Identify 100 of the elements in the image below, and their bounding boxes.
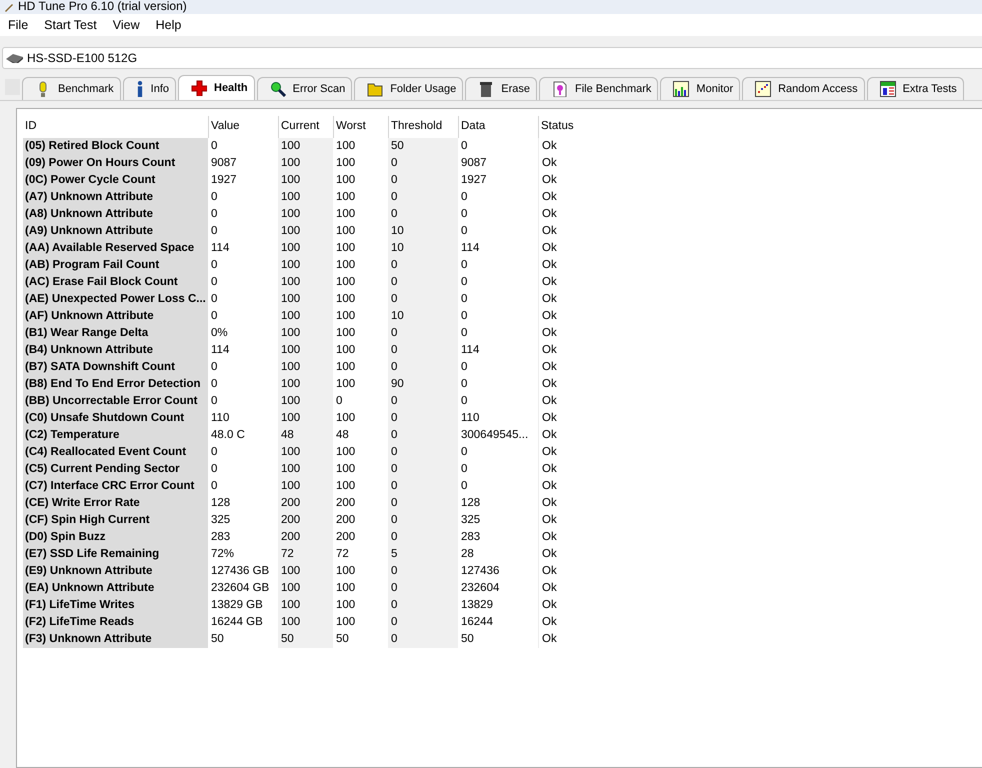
table-cell: Ok (538, 563, 603, 580)
table-cell: Ok (538, 478, 603, 495)
table-cell-text: 100 (335, 190, 356, 205)
menu-item[interactable]: View (104, 18, 148, 32)
table-cell-text: 100 (335, 598, 356, 613)
table-cell: 100 (278, 563, 333, 580)
table-cell-text: 72 (335, 547, 350, 562)
table-cell-text: 1927 (210, 173, 238, 188)
table-cell: 0 (388, 461, 458, 478)
tab[interactable]: Extra Tests (866, 77, 964, 100)
menu-item[interactable]: File (0, 18, 36, 32)
table-cell: 100 (278, 240, 333, 257)
table-cell-text: 0 (460, 292, 468, 307)
table-cell: 0 (388, 155, 458, 172)
table-cell: 0 (388, 444, 458, 461)
table-cell-text: 100 (335, 156, 356, 171)
table-cell: 100 (278, 614, 333, 631)
table-cell: 100 (278, 359, 333, 376)
menu-item[interactable]: Start Test (36, 18, 105, 32)
table-cell: 0 (388, 410, 458, 427)
table-cell-text: 0 (210, 139, 218, 154)
tab[interactable]: Monitor (660, 77, 740, 100)
table-cell-text: 0 (460, 190, 468, 205)
table-cell-text: 0 (210, 479, 218, 494)
menu-item[interactable]: Help (148, 18, 190, 32)
tab[interactable]: Folder Usage (354, 77, 464, 100)
table-cell: (C2) Temperature (23, 427, 208, 444)
table-cell: 100 (278, 308, 333, 325)
tab[interactable]: Benchmark (22, 77, 121, 100)
tab[interactable]: Error Scan (256, 77, 352, 100)
cross-icon (191, 80, 207, 96)
table-cell: 100 (278, 580, 333, 597)
table-cell: Ok (538, 427, 603, 444)
table-cell: 0 (388, 563, 458, 580)
tab[interactable]: Health (178, 75, 255, 100)
table-cell-text: 110 (210, 411, 230, 426)
table-cell-text: 0 (460, 479, 468, 494)
column-header[interactable]: Data (458, 116, 538, 138)
table-cell-text: 100 (335, 360, 356, 375)
document-icon (552, 81, 568, 97)
table-cell: Ok (538, 512, 603, 529)
table-cell-text: 127436 (460, 564, 500, 579)
table-cell: 0 (388, 206, 458, 223)
table-cell-text: 0 (460, 224, 468, 239)
table-cell: 72 (278, 546, 333, 563)
table-cell: 100 (278, 478, 333, 495)
table-cell: 0 (388, 631, 458, 648)
column-header[interactable]: Status (538, 116, 603, 138)
table-cell-text: 0 (210, 462, 218, 477)
table-cell: 0 (388, 512, 458, 529)
table-cell: Ok (538, 274, 603, 291)
column-header[interactable]: Value (208, 116, 278, 138)
tab[interactable]: Erase (465, 77, 537, 100)
tab[interactable]: File Benchmark (539, 77, 658, 100)
table-cell: 10 (388, 308, 458, 325)
bar-chart-icon (673, 81, 690, 97)
table-cell-text: 100 (335, 241, 356, 256)
table-cell-text: 72% (210, 547, 236, 562)
table-cell-text: 283 (210, 530, 232, 545)
table-cell: (C7) Interface CRC Error Count (23, 478, 208, 495)
table-cell: Ok (538, 546, 603, 563)
table-cell: (AB) Program Fail Count (23, 257, 208, 274)
table-cell: (C0) Unsafe Shutdown Count (23, 410, 208, 427)
table-cell-text: 50 (335, 632, 350, 647)
table-cell: 0 (388, 614, 458, 631)
table-cell-text: 0 (460, 275, 468, 290)
table-cell: 0 (388, 580, 458, 597)
table-cell-text: 0 (335, 394, 344, 409)
table-cell: 100 (278, 342, 333, 359)
table-cell: Ok (538, 614, 603, 631)
table-cell-text: 0 (460, 462, 468, 477)
table-cell-text: 16244 GB (210, 615, 264, 630)
trash-can-icon (478, 81, 494, 97)
table-cell: 100 (278, 461, 333, 478)
table-cell: Ok (538, 495, 603, 512)
table-cell-text: 28 (460, 547, 475, 562)
table-cell: 200 (278, 529, 333, 546)
table-cell-text: 283 (460, 530, 482, 545)
table-cell: (AF) Unknown Attribute (23, 308, 208, 325)
table-cell: 0 (388, 189, 458, 206)
table-cell: Ok (538, 291, 603, 308)
table-cell-text: 128 (210, 496, 232, 511)
table-cell-text: 0 (210, 224, 218, 239)
table-cell: Ok (538, 172, 603, 189)
table-cell-text: 232604 (460, 581, 500, 596)
info-icon (136, 81, 144, 97)
table-cell-text: 48 (335, 428, 350, 443)
drive-selector[interactable]: HS-SSD-E100 512G (2, 47, 982, 69)
table-cell-text: 100 (335, 615, 356, 630)
table-cell: 100 (278, 444, 333, 461)
table-cell-text: 114 (210, 343, 230, 358)
table-cell: 100 (278, 189, 333, 206)
table-cell-text: 200 (335, 496, 356, 511)
column-header[interactable]: ID (23, 116, 208, 138)
table-cell-text: 0 (460, 139, 468, 154)
column-header[interactable]: Worst (333, 116, 388, 138)
tab[interactable]: Random Access (742, 77, 865, 100)
tab[interactable]: Info (122, 77, 176, 100)
table-cell: 100 (278, 257, 333, 274)
table-cell-text: 100 (335, 564, 356, 579)
